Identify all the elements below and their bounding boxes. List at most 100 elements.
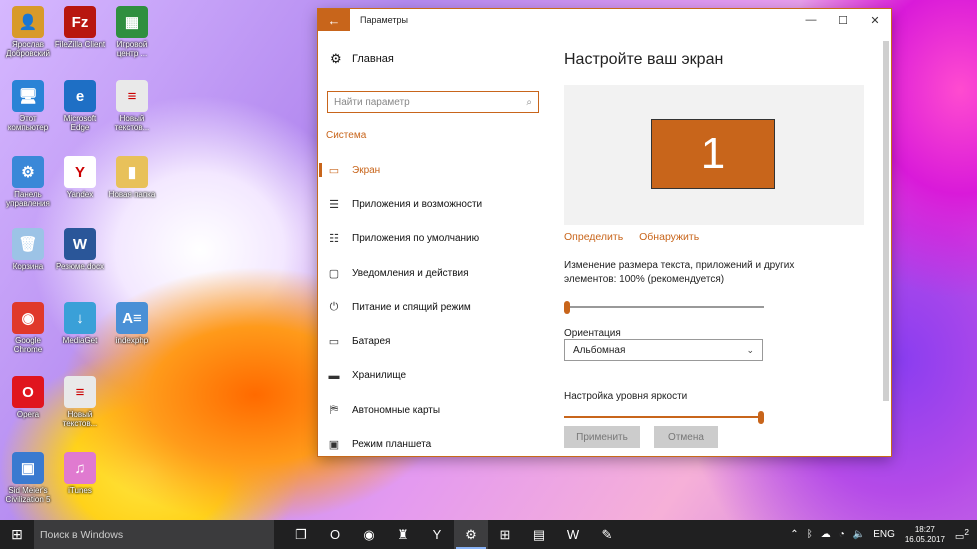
apply-button[interactable]: Применить [564,426,640,448]
desktop-icon[interactable]: ▦ Игровой центр ... [106,6,158,68]
desktop-icon-label: Google Chrome [13,336,43,354]
desktop-icon[interactable]: 🖥 Этот компьютер [2,80,54,142]
taskbar-word-icon[interactable]: W [556,520,590,549]
sidebar-item[interactable]: ⛿ Автономные карты [318,393,548,427]
desktop-icon-label: iTunes [68,486,92,495]
storage-icon: ▬ [328,369,340,382]
language-indicator[interactable]: ENG [873,529,895,540]
sidebar-item[interactable]: ☰ Приложения и возможности [318,187,548,221]
action-center-button[interactable]: ▭2 [955,527,969,542]
taskbar-search[interactable]: Поиск в Windows [34,520,274,549]
desktop-icon[interactable]: ▮ Новая папка [106,156,158,218]
sidebar-item[interactable]: ⏻ Питание и спящий режим [318,290,548,324]
desktop-icon-label: Этот компьютер [7,114,49,132]
start-button[interactable]: ⊞ [0,520,34,549]
search-input[interactable] [334,96,527,108]
taskbar-yandex-icon[interactable]: Y [420,520,454,549]
search-box[interactable]: ⌕ [327,91,539,113]
taskbar-paint-icon[interactable]: ✎ [590,520,624,549]
cancel-button[interactable]: Отмена [654,426,718,448]
brightness-label: Настройка уровня яркости [564,391,688,402]
display-1-tile[interactable]: 1 [651,119,775,189]
chevron-down-icon: ⌄ [746,344,754,355]
taskbar-chrome-icon[interactable]: ◉ [352,520,386,549]
title-bar: ← Параметры — ☐ ✕ [318,9,891,31]
sidebar-item[interactable]: ▣ Режим планшета [318,427,548,461]
sidebar-item[interactable]: ▭ Экран [318,153,548,187]
home-link[interactable]: ⚙ Главная [330,51,394,67]
desktop-icon[interactable]: ▣ Sid Meier's Civilization 5 [2,452,54,514]
sidebar-item[interactable]: ▢ Уведомления и действия [318,256,548,290]
back-button[interactable]: ← [318,9,350,31]
desktop-icon-label: Панель управления [6,190,50,208]
detect-link[interactable]: Обнаружить [639,231,699,243]
settings-window: ← Параметры — ☐ ✕ ⚙ Главная ⌕ Система ▭ Э… [318,9,891,456]
desktop-icon[interactable]: O Opera [2,376,54,438]
scale-slider-thumb[interactable] [564,301,570,314]
clock-date: 16.05.2017 [904,534,945,544]
sidebar-item[interactable]: ☷ Приложения по умолчанию [318,222,548,256]
maximize-button[interactable]: ☐ [827,9,859,31]
close-button[interactable]: ✕ [859,9,891,31]
desktop-icon-label: Новая папка [108,190,156,199]
minimize-button[interactable]: — [795,9,827,31]
taskbar-explorer-icon[interactable]: ▤ [522,520,556,549]
desktop-icon[interactable]: 🗑 Корзина [2,228,54,290]
brightness-slider-thumb[interactable] [758,411,764,424]
display-preview: 1 [564,85,864,225]
page-title: Настройте ваш экран [564,51,724,68]
cloud-icon[interactable]: ☁ [821,529,831,540]
settings-sidebar: ⚙ Главная ⌕ Система ▭ Экран ☰ Приложения и … [318,31,548,456]
sidebar-item-label: Экран [352,164,381,176]
clock[interactable]: 18:27 16.05.2017 [905,525,945,545]
desktop-icon[interactable]: 👤 Ярослав Добровский [2,6,54,68]
desktop-icon[interactable]: W Резюме.docx [54,228,106,290]
desktop-icon-label: Игровой центр ... [116,40,148,58]
scale-slider[interactable] [564,301,764,314]
tablet-icon: ▣ [328,439,340,452]
desktop-icon[interactable]: e Microsoft Edge [54,80,106,142]
taskbar-task-view-icon[interactable]: ❐ [284,520,318,549]
taskbar-wot-icon[interactable]: ♜ [386,520,420,549]
desktop-icon-label: Новый текстов... [62,410,98,428]
taskbar-store-icon[interactable]: ⊞ [488,520,522,549]
system-tray: ⌃ ᛒ ☁ ◔ 🔈 ENG 18:27 16.05.2017 ▭2 [786,520,977,549]
scrollbar[interactable] [883,41,889,401]
display-links: Определить Обнаружить [564,231,712,243]
bluetooth-icon[interactable]: ᛒ [807,529,813,540]
app-icon: O [12,376,44,408]
app-icon: ♫ [64,452,96,484]
orientation-select[interactable]: Альбомная ⌄ [564,339,763,361]
desktop-icon-label: Microsoft Edge [63,114,97,132]
clock-time: 18:27 [914,524,935,534]
app-icon: 🖥 [12,80,44,112]
scale-label: Изменение размера текста, приложений и д… [564,260,795,285]
desktop-icon[interactable]: Fz FileZilla Client [54,6,106,68]
desktop-icon[interactable]: ↓ MediaGet [54,302,106,364]
desktop-icon[interactable]: ◉ Google Chrome [2,302,54,364]
taskbar-settings-icon[interactable]: ⚙ [454,520,488,549]
identify-link[interactable]: Определить [564,231,623,243]
desktop-icon[interactable]: ♫ iTunes [54,452,106,514]
volume-icon[interactable]: 🔈 [853,529,865,540]
desktop-icon[interactable]: A≡ indexphp [106,302,158,364]
tray-chevron-icon[interactable]: ⌃ [790,529,798,540]
desktop-icon[interactable]: Y Yandex [54,156,106,218]
brightness-slider[interactable] [564,411,764,424]
window-title: Параметры [360,15,408,25]
section-header: Система [326,130,367,141]
network-icon[interactable]: ◔ [839,529,845,540]
brightness-slider-fill [564,416,761,418]
desktop-icon-label: FileZilla Client [54,40,106,49]
desktop-icon[interactable]: ≡ Новый текстов... [54,376,106,438]
sidebar-item-label: Режим планшета [352,439,432,451]
orientation-value: Альбомная [573,344,626,356]
taskbar-opera-icon[interactable]: O [318,520,352,549]
desktop-icon[interactable]: ≡ Новый текстов... [106,80,158,142]
app-icon: Fz [64,6,96,38]
list-icon: ☰ [329,198,339,211]
sidebar-item[interactable]: ▭ Батарея [318,324,548,358]
battery-icon: ▭ [328,336,340,349]
desktop-icon[interactable]: ⚙ Панель управления [2,156,54,218]
sidebar-item[interactable]: ▬ Хранилище [318,359,548,393]
